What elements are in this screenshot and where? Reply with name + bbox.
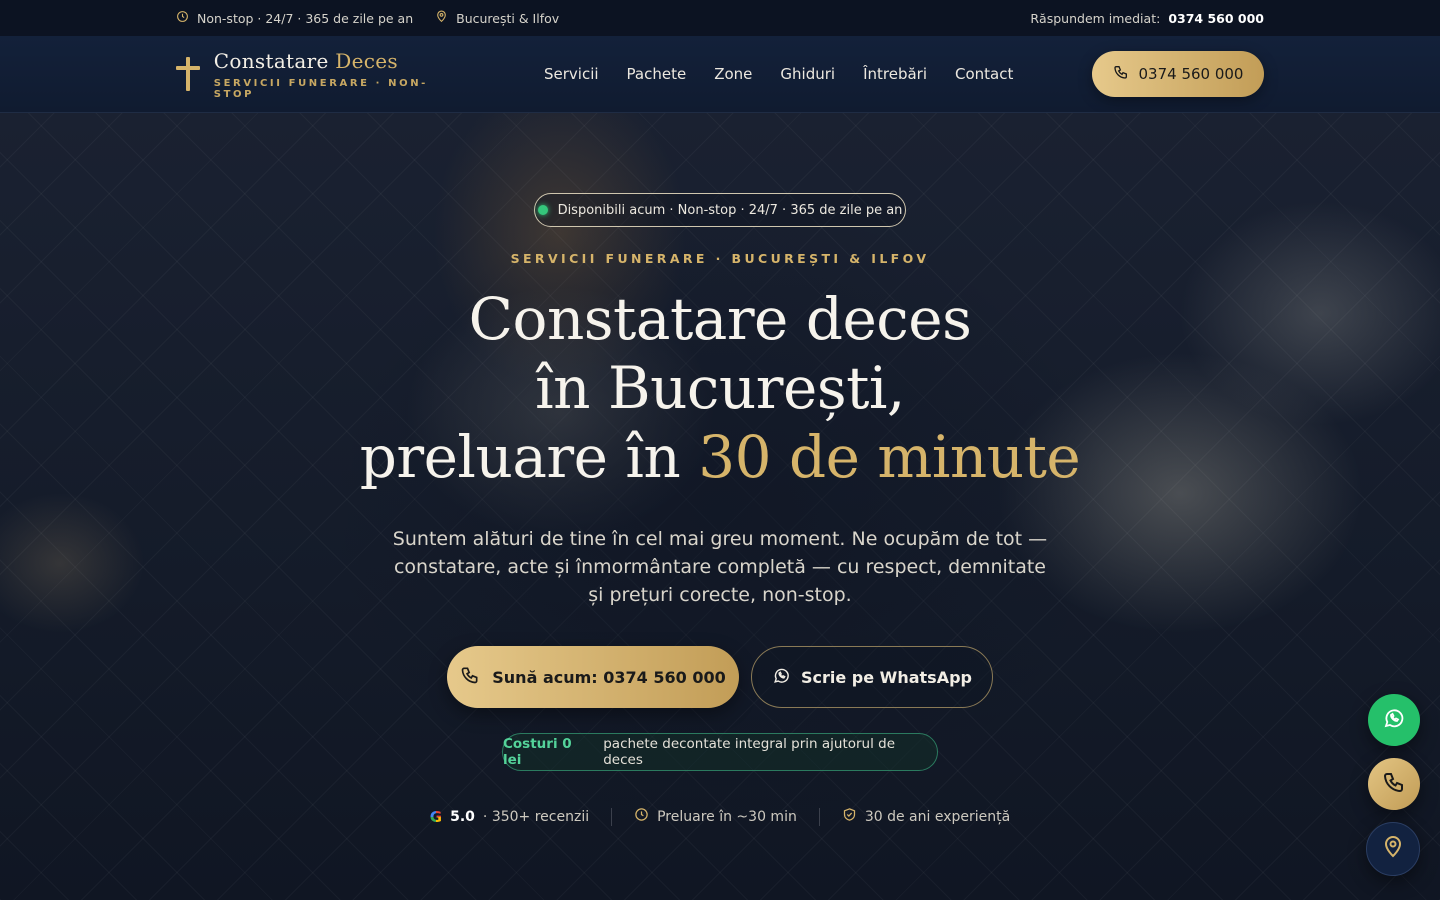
- respond-phone-link[interactable]: 0374 560 000: [1168, 11, 1264, 26]
- map-pin-icon: [435, 10, 448, 26]
- hero-title-line1: Constatare deces: [468, 285, 972, 353]
- respond-info: Răspundem imediat: 0374 560 000: [1030, 11, 1264, 26]
- location-info: București & Ilfov: [435, 10, 559, 26]
- availability-badge: Disponibili acum · Non-stop · 24/7 · 365…: [534, 193, 906, 227]
- rating-item: G 5.0 · 350+ recenzii: [408, 808, 611, 826]
- hero-title: Constatare deces în București, preluare …: [0, 285, 1440, 492]
- hero-lead: Suntem alături de tine în cel mai greu m…: [392, 528, 1048, 606]
- hero-title-highlight: 30 de minute: [698, 423, 1081, 491]
- logo-name-first: Constatare: [213, 48, 329, 73]
- map-pin-icon: [1381, 835, 1405, 863]
- floating-call-button[interactable]: [1368, 758, 1420, 810]
- hero-section: Disponibili acum · Non-stop · 24/7 · 365…: [0, 113, 1440, 900]
- clock-icon: [634, 807, 649, 826]
- google-icon: G: [429, 807, 443, 826]
- main-nav: Servicii Pachete Zone Ghiduri Întrebări …: [544, 65, 1013, 83]
- nav-ghiduri[interactable]: Ghiduri: [780, 65, 835, 83]
- location-text: București & Ilfov: [456, 10, 560, 26]
- costs-badge: Costuri 0 lei pachete decontate integral…: [502, 733, 938, 771]
- hours-text: Non-stop · 24/7 · 365 de zile pe an: [197, 10, 414, 26]
- logo[interactable]: Constatare Deces SERVICII FUNERARE · NON…: [176, 49, 466, 100]
- logo-name-second: Deces: [335, 48, 398, 73]
- whatsapp-icon: [1382, 706, 1406, 734]
- floating-whatsapp-button[interactable]: [1368, 694, 1420, 746]
- header-phone-button[interactable]: 0374 560 000: [1092, 51, 1264, 97]
- pickup-item: Preluare în ~30 min: [612, 807, 819, 826]
- whatsapp-icon: [772, 666, 791, 689]
- nav-zone[interactable]: Zone: [714, 65, 752, 83]
- trust-bar: G 5.0 · 350+ recenzii Preluare în ~30 mi…: [0, 807, 1440, 826]
- hero-eyebrow: SERVICII FUNERARE · BUCUREȘTI & ILFOV: [510, 251, 930, 266]
- pickup-text: Preluare în ~30 min: [657, 808, 797, 825]
- nav-intrebari[interactable]: Întrebări: [863, 65, 927, 83]
- cross-icon: [176, 57, 200, 91]
- phone-icon: [460, 665, 480, 689]
- call-now-button[interactable]: Sună acum: 0374 560 000: [447, 646, 739, 708]
- header-phone-label: 0374 560 000: [1138, 65, 1244, 83]
- site-header: Constatare Deces SERVICII FUNERARE · NON…: [0, 36, 1440, 113]
- logo-subtitle: SERVICII FUNERARE · NON-STOP: [213, 77, 428, 100]
- hero-title-line2: în București,: [535, 354, 905, 422]
- hours-info: Non-stop · 24/7 · 365 de zile pe an: [176, 10, 413, 26]
- experience-text: 30 de ani experiență: [864, 808, 1011, 825]
- phone-icon: [1382, 770, 1406, 798]
- whatsapp-button[interactable]: Scrie pe WhatsApp: [751, 646, 993, 708]
- logo-name: Constatare Deces: [214, 49, 466, 73]
- nav-servicii[interactable]: Servicii: [544, 65, 599, 83]
- whatsapp-label: Scrie pe WhatsApp: [801, 667, 972, 687]
- costs-strong: Costuri 0 lei: [503, 736, 572, 768]
- rating-reviews: · 350+ recenzii: [482, 808, 590, 825]
- availability-text: Disponibili acum · Non-stop · 24/7 · 365…: [557, 202, 903, 218]
- floating-location-button[interactable]: [1366, 822, 1420, 876]
- nav-contact[interactable]: Contact: [955, 65, 1013, 83]
- status-dot-icon: [537, 205, 548, 215]
- top-info-bar: Non-stop · 24/7 · 365 de zile pe an Bucu…: [0, 0, 1440, 36]
- costs-text: pachete decontate integral prin ajutorul…: [603, 736, 896, 768]
- hero-title-line3a: preluare în: [359, 423, 681, 491]
- nav-pachete[interactable]: Pachete: [627, 65, 687, 83]
- phone-icon: [1113, 64, 1129, 84]
- clock-icon: [176, 10, 189, 26]
- respond-label: Răspundem imediat:: [1030, 10, 1161, 26]
- rating-score: 5.0: [450, 808, 475, 825]
- experience-item: 30 de ani experiență: [820, 807, 1032, 826]
- shield-check-icon: [842, 807, 857, 826]
- call-now-label: Sună acum: 0374 560 000: [492, 667, 726, 687]
